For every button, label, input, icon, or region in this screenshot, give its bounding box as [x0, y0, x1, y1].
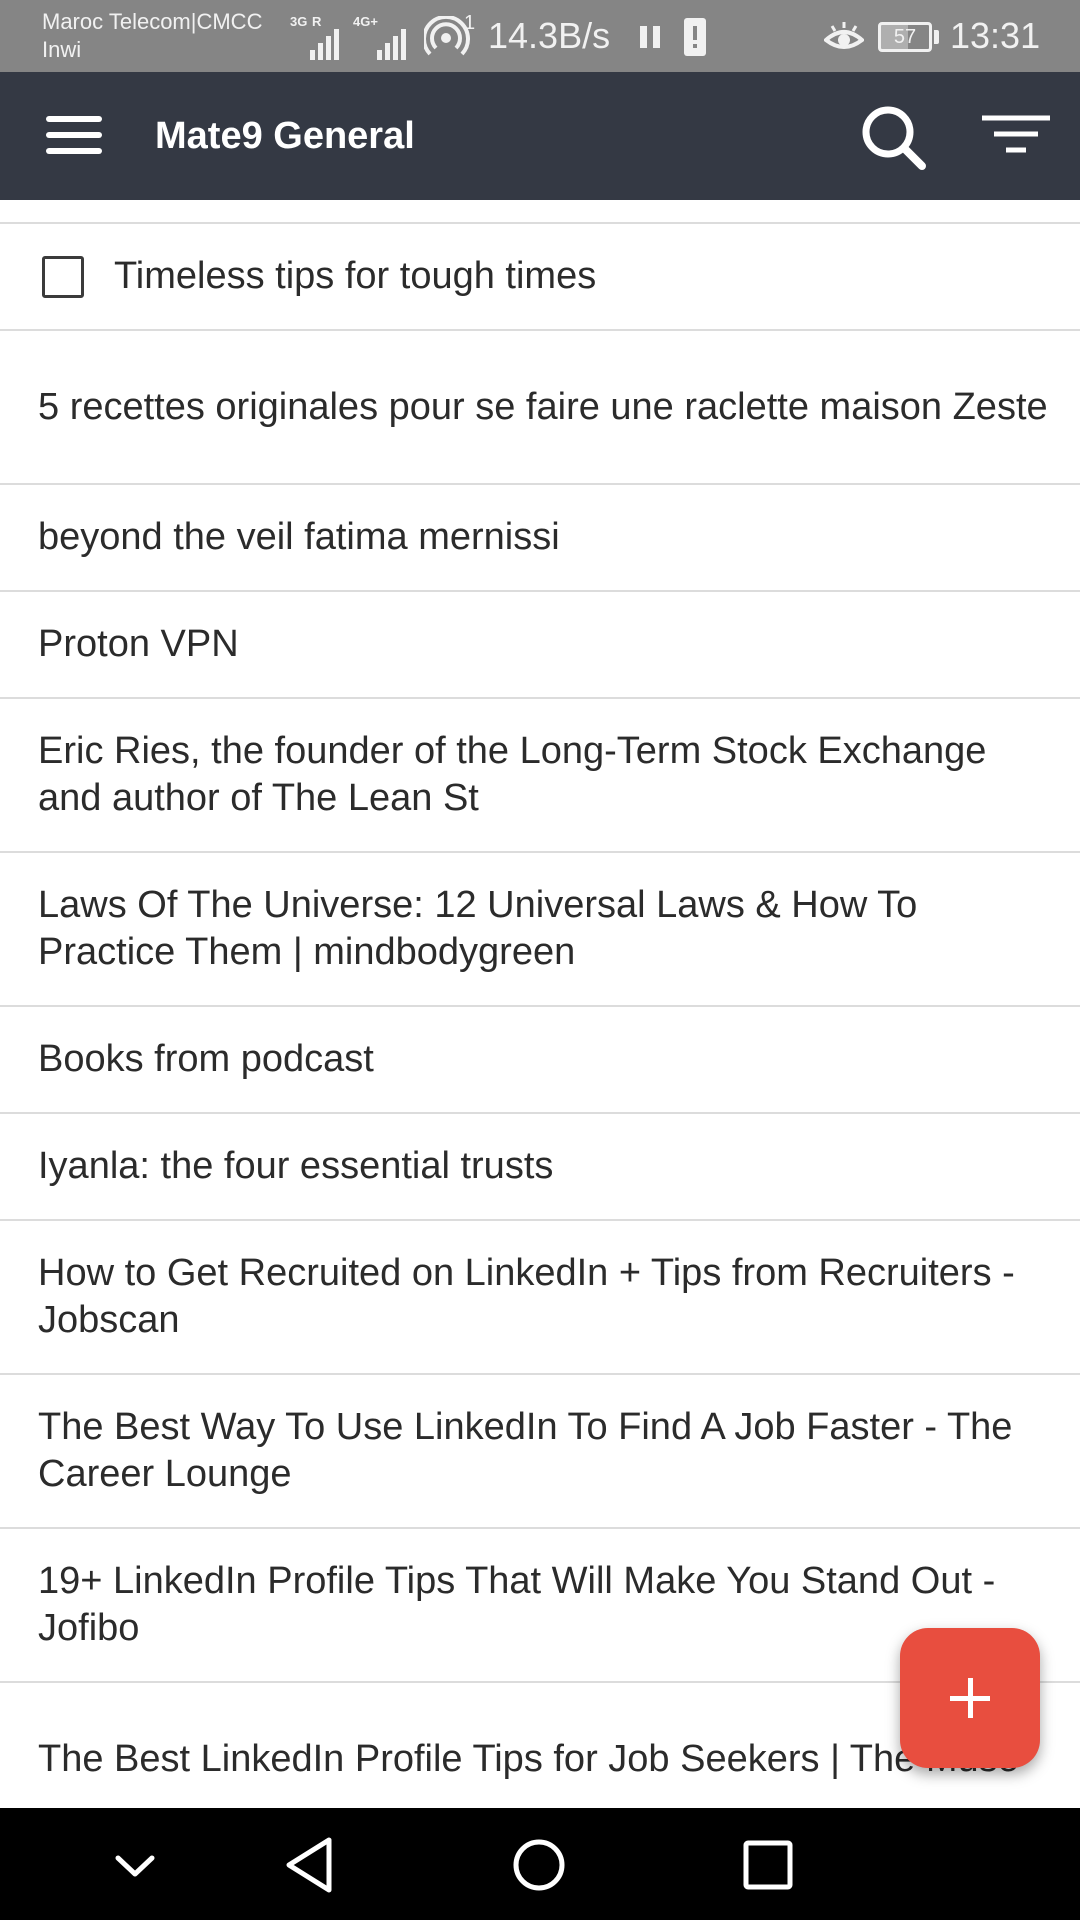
hide-nav-button[interactable]: [100, 1830, 170, 1900]
list-item-label: How to Get Recruited on LinkedIn + Tips …: [38, 1252, 1015, 1341]
add-note-button[interactable]: [900, 1628, 1040, 1768]
back-button[interactable]: [275, 1830, 345, 1900]
back-icon: [286, 1837, 332, 1893]
list-item[interactable]: Eric Ries, the founder of the Long-Term …: [0, 699, 1080, 853]
list-item-label: The Best Way To Use LinkedIn To Find A J…: [38, 1406, 1013, 1495]
list-item[interactable]: Laws Of The Universe: 12 Universal Laws …: [0, 853, 1080, 1007]
search-icon: [862, 106, 926, 170]
chevron-down-icon: [115, 1855, 155, 1877]
status-bar: Maroc Telecom|CMCC Inwi 3G R 4G+ 1 14.3B…: [0, 0, 1080, 72]
eye-icon: [822, 20, 866, 56]
list-item-label: beyond the veil fatima mernissi: [38, 516, 560, 558]
list-item[interactable]: beyond the veil fatima mernissi: [0, 485, 1080, 592]
list-item-label: 5 recettes originales pour se faire une …: [38, 385, 1048, 428]
list-item-label: Timeless tips for tough times: [114, 255, 597, 297]
recents-icon: [743, 1840, 793, 1890]
list-item[interactable]: 5 recettes originales pour se faire une …: [0, 331, 1080, 485]
list-item[interactable]: Iyanla: the four essential trusts: [0, 1114, 1080, 1221]
list-item-label: Proton VPN: [38, 623, 239, 665]
page-title: Mate9 General: [155, 115, 415, 157]
item-list: Timeless tips for tough times 5 recettes…: [0, 200, 1080, 1808]
list-item[interactable]: Books from podcast: [0, 1007, 1080, 1114]
sim1-network-label: 3G: [290, 14, 308, 29]
list-item-label: Books from podcast: [38, 1038, 374, 1080]
list-item-label: Iyanla: the four essential trusts: [38, 1145, 554, 1187]
list-item[interactable]: Proton VPN: [0, 592, 1080, 699]
list-item-label: 19+ LinkedIn Profile Tips That Will Make…: [38, 1560, 996, 1649]
checkbox[interactable]: [42, 255, 84, 298]
battery-level: 57: [893, 26, 917, 48]
app-bar: Mate9 General: [0, 72, 1080, 200]
list-item-label: Eric Ries, the founder of the Long-Term …: [38, 730, 987, 819]
filter-button[interactable]: [978, 106, 1054, 170]
pause-icon: [640, 26, 662, 48]
list-item[interactable]: Timeless tips for tough times: [0, 224, 1080, 331]
carrier-info: Maroc Telecom|CMCC Inwi: [42, 8, 262, 64]
filter-icon: [982, 115, 1050, 153]
recents-button[interactable]: [733, 1830, 803, 1900]
search-button[interactable]: [858, 102, 930, 174]
list-item-label: Laws Of The Universe: 12 Universal Laws …: [38, 884, 918, 973]
home-button[interactable]: [504, 1830, 574, 1900]
hotspot-count: 1: [464, 12, 476, 34]
hotspot-icon: 1: [422, 12, 484, 60]
navigation-bar: [0, 1808, 1080, 1920]
menu-icon: [46, 116, 102, 122]
battery-icon: 57: [878, 22, 932, 52]
menu-button[interactable]: [40, 108, 110, 164]
carrier-line-1: Maroc Telecom|CMCC: [42, 9, 263, 34]
network-speed: 14.3B/s: [488, 15, 611, 56]
list-item-label: The Best LinkedIn Profile Tips for Job S…: [38, 1737, 1019, 1780]
carrier-line-2: Inwi: [42, 37, 82, 62]
list-item[interactable]: How to Get Recruited on LinkedIn + Tips …: [0, 1221, 1080, 1375]
list-item[interactable]: The Best Way To Use LinkedIn To Find A J…: [0, 1375, 1080, 1529]
list-item-partial[interactable]: [0, 200, 1080, 224]
clock: 13:31: [950, 15, 1041, 56]
home-icon: [513, 1839, 565, 1891]
sim2-network-label: 4G+: [353, 14, 378, 29]
battery-cap: [934, 30, 939, 44]
battery-alert-icon: [684, 18, 706, 56]
